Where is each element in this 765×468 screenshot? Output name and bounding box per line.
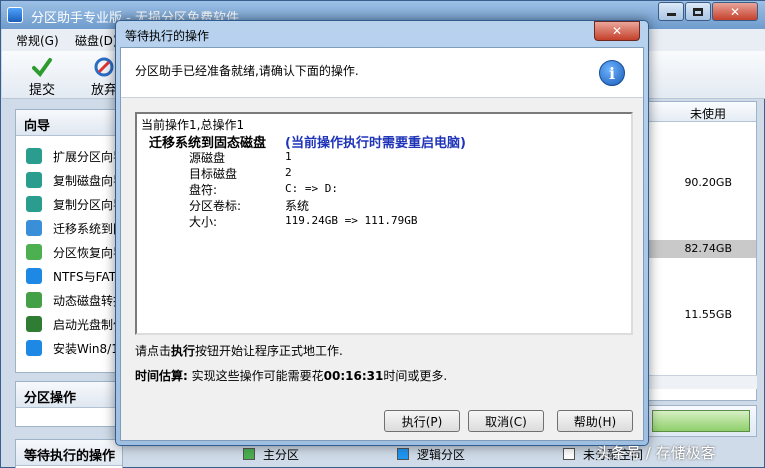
partition-ops-panel: 分区操作 — [15, 381, 123, 427]
dynamic-disk-icon — [26, 292, 42, 308]
pending-ops-panel: 等待执行的操作 — [15, 439, 123, 468]
operation-summary: 当前操作1,总操作1 — [141, 118, 245, 132]
watermark: 头条号 / 存储极客 — [596, 444, 716, 462]
pending-operations-dialog: 等待执行的操作 ✕ 分区助手已经准备就绪,请确认下面的操作. i 当前操作1,总… — [115, 20, 649, 446]
maximize-icon — [693, 7, 703, 16]
minimize-icon — [666, 13, 676, 16]
detail-value: 系统 — [285, 199, 310, 213]
hint-text: 请点击执行按钮开始让程序正式地工作. — [135, 344, 343, 358]
time-estimate: 时间估算: 实现这些操作可能需要花00:16:31时间或更多. — [135, 369, 448, 383]
boot-cd-icon — [26, 316, 42, 332]
execute-button[interactable]: 执行(P) — [384, 410, 460, 432]
copy-disk-icon — [26, 172, 42, 188]
legend-swatch — [243, 448, 255, 460]
dialog-body: 分区助手已经准备就绪,请确认下面的操作. i 当前操作1,总操作1 迁移系统到固… — [120, 47, 644, 441]
discard-icon — [94, 57, 114, 77]
recover-partition-icon — [26, 244, 42, 260]
app-logo-icon — [7, 7, 23, 23]
column-header: 未使用 — [648, 102, 756, 122]
extend-partition-icon — [26, 148, 42, 164]
dialog-title: 等待执行的操作 — [125, 29, 210, 43]
pending-ops-title: 等待执行的操作 — [16, 440, 122, 466]
operation-note: (当前操作执行时需要重启电脑) — [285, 136, 466, 151]
check-icon — [32, 58, 52, 77]
info-icon: i — [599, 60, 625, 86]
close-icon: ✕ — [611, 24, 623, 38]
legend-swatch — [563, 448, 575, 460]
dialog-header: 分区助手已经准备就绪,请确认下面的操作. i — [121, 48, 643, 98]
horizontal-scrollbar[interactable] — [647, 375, 757, 389]
dialog-message: 分区助手已经准备就绪,请确认下面的操作. — [135, 64, 359, 78]
copy-partition-icon — [26, 196, 42, 212]
detail-value: C: => D: — [285, 182, 338, 195]
help-button[interactable]: 帮助(H) — [557, 410, 633, 432]
disk-map — [647, 405, 757, 437]
column-unused: 未使用 — [690, 107, 727, 121]
maximize-button[interactable] — [685, 2, 711, 21]
table-row[interactable]: 11.55GB — [648, 306, 756, 324]
detail-label: 大小: — [189, 215, 218, 229]
operations-list[interactable]: 当前操作1,总操作1 迁移系统到固态磁盘 (当前操作执行时需要重启电脑) 源磁盘… — [135, 112, 633, 335]
close-button[interactable]: ✕ — [712, 2, 758, 21]
commit-button[interactable]: 提交 — [20, 55, 64, 98]
partition-table: 未使用 90.20GB 82.74GB 11.55GB — [647, 101, 757, 401]
ntfs-fat32-icon — [26, 268, 42, 284]
menu-general[interactable]: 常规(G) — [16, 32, 59, 49]
partition-bar[interactable] — [652, 410, 750, 432]
close-icon: ✕ — [729, 4, 741, 19]
cancel-button[interactable]: 取消(C) — [468, 410, 544, 432]
wizard-panel: 向导 扩展分区向导 复制磁盘向导 复制分区向导 迁移系统到固态磁盘 分区恢复向导… — [15, 109, 161, 373]
partition-ops-title: 分区操作 — [16, 382, 122, 408]
table-row[interactable]: 90.20GB — [648, 174, 756, 192]
windows-usb-icon — [26, 340, 42, 356]
legend-swatch — [397, 448, 409, 460]
menu-disk[interactable]: 磁盘(D) — [75, 32, 118, 49]
table-row[interactable]: 82.74GB — [648, 240, 756, 258]
commit-label: 提交 — [28, 83, 55, 98]
detail-label: 目标磁盘 — [189, 167, 238, 181]
detail-label: 源磁盘 — [189, 151, 226, 165]
wizard-panel-title: 向导 — [16, 110, 122, 136]
dialog-close-button[interactable]: ✕ — [594, 21, 640, 41]
minimize-button[interactable] — [658, 2, 684, 21]
detail-value: 2 — [285, 166, 292, 179]
migrate-os-icon — [26, 220, 42, 236]
detail-value: 1 — [285, 150, 292, 163]
detail-label: 分区卷标: — [189, 199, 242, 213]
detail-label: 盘符: — [189, 183, 218, 197]
detail-value: 119.24GB => 111.79GB — [285, 214, 418, 227]
